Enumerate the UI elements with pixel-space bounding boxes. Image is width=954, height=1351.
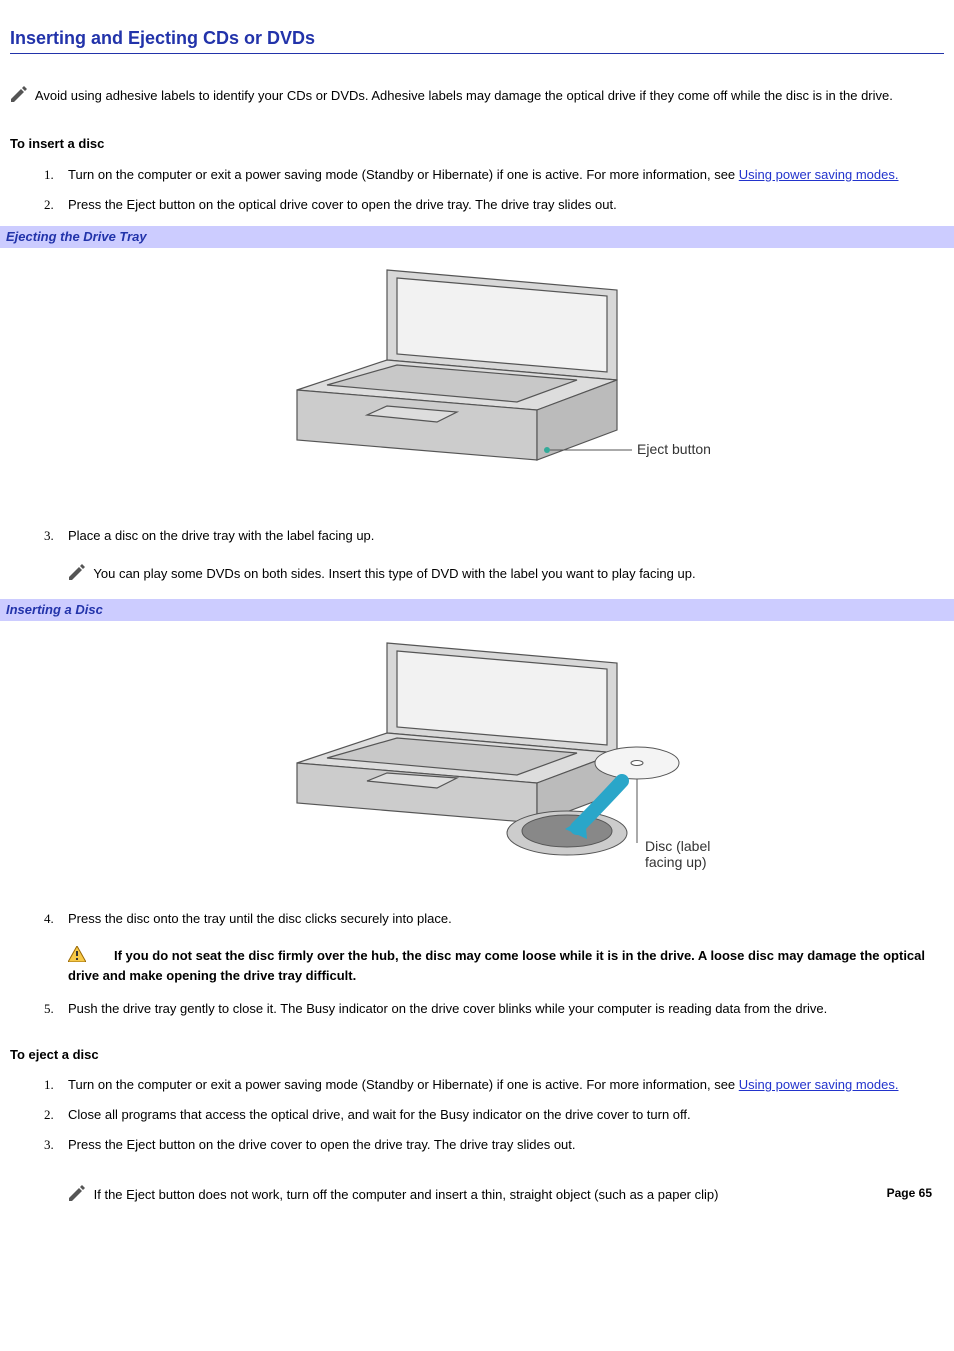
insert-steps-cont: Place a disc on the drive tray with the … bbox=[10, 527, 944, 545]
top-note-text: Avoid using adhesive labels to identify … bbox=[35, 88, 893, 103]
figure-ejecting-tray: Eject button bbox=[10, 260, 944, 515]
power-saving-link-2[interactable]: Using power saving modes. bbox=[739, 1077, 899, 1092]
eject-step-1: Turn on the computer or exit a power sav… bbox=[68, 1076, 944, 1094]
insert-step-3: Place a disc on the drive tray with the … bbox=[68, 527, 944, 545]
insert-steps: Turn on the computer or exit a power sav… bbox=[10, 166, 944, 214]
insert-step-2: Press the Eject button on the optical dr… bbox=[68, 196, 944, 214]
page-number: Page 65 bbox=[887, 1185, 932, 1202]
insert-steps-cont3: Push the drive tray gently to close it. … bbox=[10, 1000, 944, 1018]
eject-heading: To eject a disc bbox=[10, 1046, 944, 1064]
eject-step-2: Close all programs that access the optic… bbox=[68, 1106, 944, 1124]
seat-disc-warning: If you do not seat the disc firmly over … bbox=[68, 946, 944, 985]
page-title: Inserting and Ejecting CDs or DVDs bbox=[10, 26, 944, 54]
pencil-note-icon bbox=[68, 564, 88, 585]
figure-caption-ejecting: Ejecting the Drive Tray bbox=[0, 226, 954, 248]
insert-step-5: Push the drive tray gently to close it. … bbox=[68, 1000, 944, 1018]
fig-disc-label-2: facing up) bbox=[645, 854, 706, 870]
insert-step-1: Turn on the computer or exit a power sav… bbox=[68, 166, 944, 184]
eject-steps: Turn on the computer or exit a power sav… bbox=[10, 1076, 944, 1155]
warning-icon bbox=[68, 946, 86, 967]
insert-step-4: Press the disc onto the tray until the d… bbox=[68, 910, 944, 928]
dvd-both-sides-note: You can play some DVDs on both sides. In… bbox=[68, 564, 944, 585]
pencil-note-icon bbox=[10, 86, 30, 107]
figure-caption-inserting: Inserting a Disc bbox=[0, 599, 954, 621]
eject-note-bottom: If the Eject button does not work, turn … bbox=[94, 1187, 719, 1202]
eject-step-3: Press the Eject button on the drive cove… bbox=[68, 1136, 944, 1154]
power-saving-link[interactable]: Using power saving modes. bbox=[739, 167, 899, 182]
figure-inserting-disc: Disc (label facing up) bbox=[10, 633, 944, 898]
insert-heading: To insert a disc bbox=[10, 135, 944, 153]
insert-steps-cont2: Press the disc onto the tray until the d… bbox=[10, 910, 944, 928]
pencil-note-icon bbox=[68, 1185, 88, 1206]
fig-disc-label-1: Disc (label bbox=[645, 838, 710, 854]
top-note: Avoid using adhesive labels to identify … bbox=[10, 86, 944, 107]
fig-eject-button-label: Eject button bbox=[637, 441, 711, 457]
